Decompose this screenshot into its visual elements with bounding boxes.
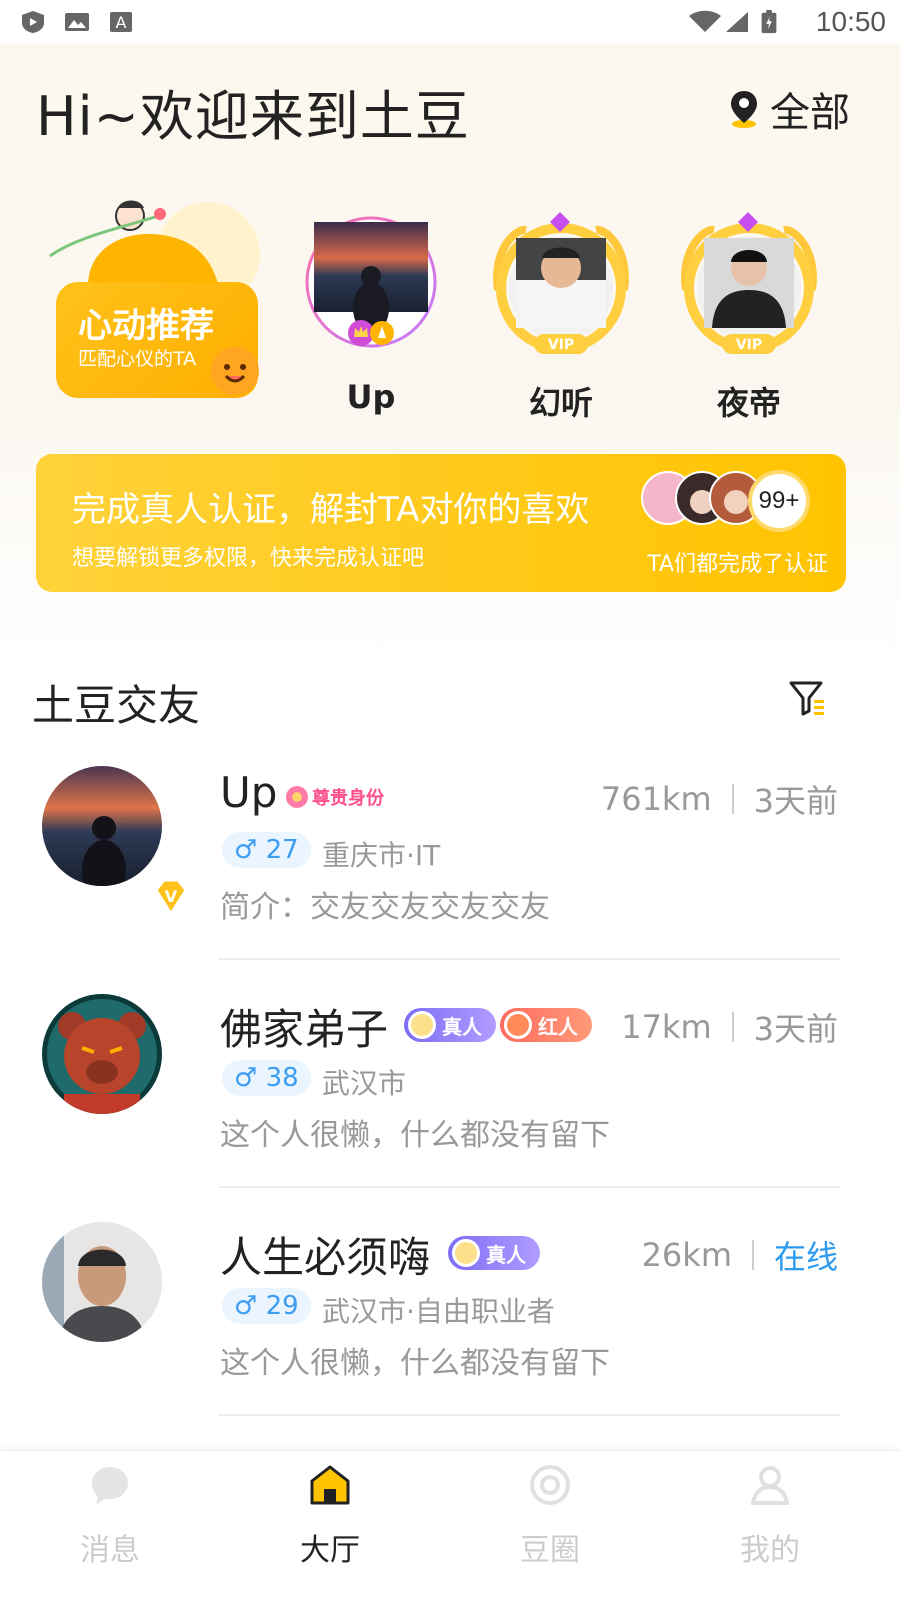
- filter-icon[interactable]: [788, 678, 828, 718]
- message-icon: [92, 1467, 128, 1505]
- real-person-badge: 真人: [448, 1236, 540, 1270]
- featured-user-up[interactable]: Up: [296, 210, 446, 420]
- avatar[interactable]: [42, 1222, 162, 1342]
- avatar[interactable]: [42, 766, 162, 886]
- battery-icon: [761, 10, 777, 34]
- nav-circle[interactable]: 豆圈: [470, 1463, 630, 1569]
- user-name: Up: [220, 768, 278, 817]
- online-status: 在线: [773, 1238, 838, 1276]
- user-meta: 17km 3天前: [621, 1004, 838, 1050]
- heart-recommend-subtitle: 匹配心仪的TA: [78, 348, 197, 370]
- font-icon: A: [110, 12, 132, 32]
- signal-icon: [726, 12, 748, 32]
- user-badges: 真人 红人: [404, 1008, 592, 1042]
- row-divider: [218, 1186, 840, 1188]
- list-item[interactable]: 佛家弟子 真人 红人 17km 3天前 ♂ 38 武汉市 这个人很懒，什么都没有…: [0, 994, 900, 1220]
- user-badges: 尊贵身份: [286, 784, 384, 810]
- user-name: 佛家弟子: [220, 1005, 389, 1054]
- heart-recommend-title: 心动推荐: [78, 306, 214, 346]
- user-name: 人生必须嗨: [220, 1233, 431, 1282]
- location-label: 全部: [770, 90, 850, 136]
- nav-label: 消息: [80, 1533, 140, 1568]
- status-bar: A 10:50: [0, 0, 900, 44]
- featured-name: 幻听: [528, 384, 593, 422]
- featured-user-huanting[interactable]: VIP 幻听: [486, 210, 636, 422]
- city-job: 重庆市·IT: [322, 839, 441, 872]
- heart-illustration: [49, 200, 260, 296]
- heart-recommend-card[interactable]: 心动推荐 匹配心仪的TA: [48, 196, 268, 406]
- featured-name: Up: [346, 378, 396, 416]
- bottom-nav: 消息 大厅 豆圈 我的: [0, 1450, 900, 1600]
- featured-user-yedi[interactable]: VIP 夜帝: [674, 210, 824, 422]
- row-divider: [218, 1414, 840, 1416]
- svg-text:VIP: VIP: [548, 337, 574, 353]
- user-bio: 这个人很懒，什么都没有留下: [220, 1346, 610, 1381]
- greeting-title: Hi~欢迎来到土豆: [36, 85, 470, 148]
- crown-badge-icon: [348, 320, 394, 346]
- user-bio: 这个人很懒，什么都没有留下: [220, 1118, 610, 1153]
- last-active: 3天前: [753, 782, 838, 820]
- meta-divider: [751, 1240, 754, 1270]
- verified-icon: [408, 1011, 436, 1039]
- nav-label: 我的: [740, 1533, 800, 1568]
- city-job: 武汉市: [322, 1067, 407, 1100]
- city-job: 武汉市·自由职业者: [322, 1295, 555, 1328]
- meta-divider: [731, 1012, 734, 1042]
- honor-badge: 尊贵身份: [286, 784, 384, 810]
- nav-label: 大厅: [300, 1533, 360, 1568]
- nav-hall[interactable]: 大厅: [250, 1463, 410, 1569]
- nav-label: 豆圈: [520, 1533, 580, 1568]
- last-active: 3天前: [753, 1010, 838, 1048]
- popular-badge: 红人: [500, 1008, 592, 1042]
- flower-icon: [286, 786, 308, 808]
- location-selector[interactable]: 全部: [728, 80, 850, 138]
- gender-age-tag: ♂ 27: [222, 832, 311, 868]
- user-meta: 761km 3天前: [601, 776, 838, 822]
- featured-name: 夜帝: [716, 384, 781, 422]
- distance: 17km: [621, 1008, 712, 1046]
- smile-emoji-icon: [211, 347, 259, 395]
- person-icon: [750, 1466, 790, 1505]
- avatar[interactable]: [42, 994, 162, 1114]
- distance: 761km: [600, 780, 712, 818]
- gender-age-tag: ♂ 29: [222, 1288, 311, 1324]
- verified-icon: [452, 1239, 480, 1267]
- user-badges: 真人: [448, 1236, 540, 1270]
- vip-diamond-icon: V: [154, 878, 188, 917]
- shield-icon: [22, 11, 44, 33]
- svg-text:V: V: [165, 887, 178, 906]
- svg-text:VIP: VIP: [736, 337, 762, 353]
- verify-subtitle: 想要解锁更多权限，快来完成认证吧: [72, 546, 425, 571]
- gender-age-tag: ♂ 38: [222, 1060, 311, 1096]
- verify-title: 完成真人认证，解封TA对你的喜欢: [72, 490, 590, 530]
- distance: 26km: [641, 1236, 732, 1274]
- list-item[interactable]: 人生必须嗨 真人 26km 在线 ♂ 29 武汉市·自由职业者 这个人很懒，什么…: [0, 1222, 900, 1448]
- featured-avatar: VIP: [493, 212, 629, 354]
- verified-count-badge: 99+: [748, 470, 810, 532]
- user-meta: 26km 在线: [642, 1232, 838, 1278]
- verify-banner[interactable]: 完成真人认证，解封TA对你的喜欢 想要解锁更多权限，快来完成认证吧 TA们都完成…: [36, 454, 846, 592]
- clock: 10:50: [815, 6, 886, 37]
- verify-note: TA们都完成了认证: [647, 552, 828, 577]
- fire-icon: [504, 1011, 532, 1039]
- user-bio: 简介：交友交友交友交友: [220, 890, 550, 925]
- section-title: 土豆交友: [32, 681, 201, 730]
- home-icon: [310, 1465, 350, 1505]
- nav-mine[interactable]: 我的: [690, 1463, 850, 1569]
- nav-messages[interactable]: 消息: [30, 1463, 190, 1569]
- wifi-icon: [689, 10, 721, 32]
- list-item[interactable]: V Up 尊贵身份 761km 3天前 ♂ 27 重庆市·IT 简介：交友交友交…: [0, 766, 900, 992]
- featured-avatar: VIP: [681, 212, 817, 354]
- circle-icon: [530, 1465, 570, 1505]
- row-divider: [218, 958, 840, 960]
- image-icon: [65, 13, 89, 31]
- location-pin-icon: [731, 91, 757, 128]
- real-person-badge: 真人: [404, 1008, 496, 1042]
- meta-divider: [731, 784, 734, 814]
- svg-text:A: A: [116, 13, 127, 32]
